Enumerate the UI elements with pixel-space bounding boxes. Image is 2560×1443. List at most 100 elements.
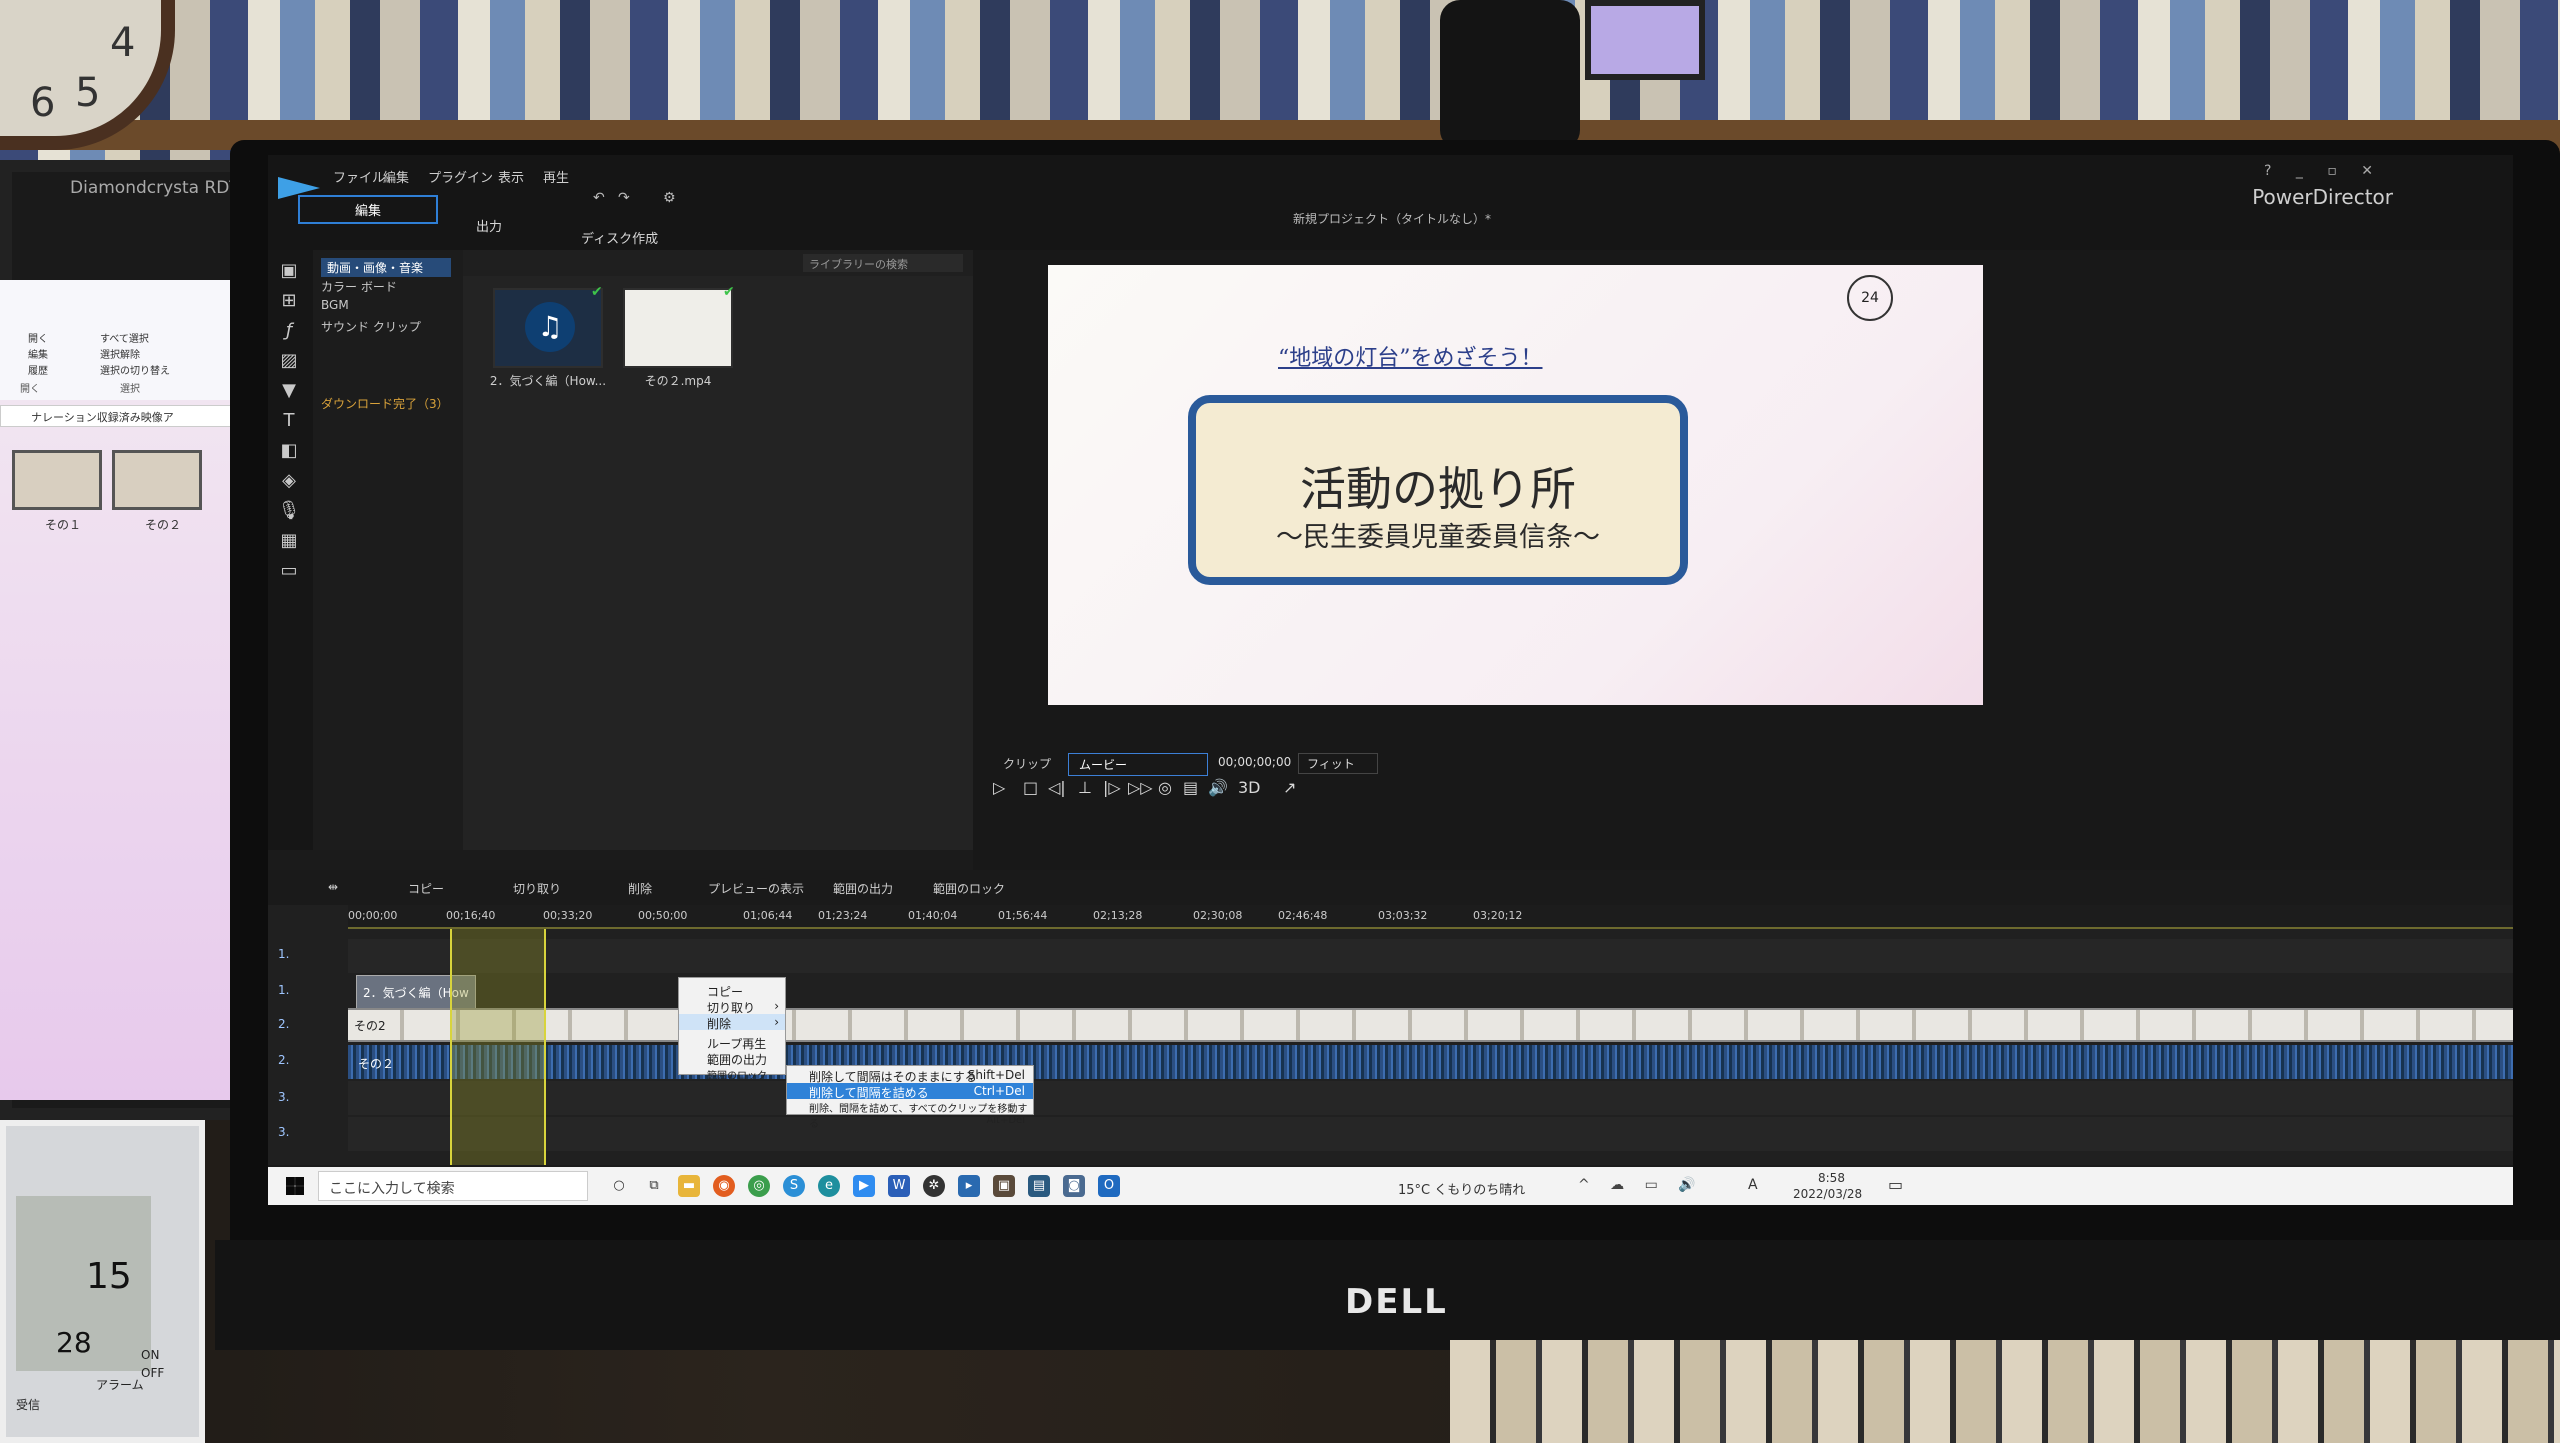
ribbon-open[interactable]: 開く	[28, 330, 48, 345]
tab-disc[interactable]: ディスク作成	[573, 225, 666, 250]
submenu-delete-close-gap[interactable]: 削除して間隔を詰める Ctrl+Del	[787, 1083, 1033, 1100]
subtitle-icon[interactable]: ▤	[1183, 778, 1198, 797]
toolbar-delete[interactable]: 削除	[628, 880, 652, 897]
film-app-icon[interactable]: ▤	[1028, 1175, 1050, 1197]
ctx-loop[interactable]: ループ再生	[679, 1034, 785, 1051]
settings-icon[interactable]: ⚙	[663, 190, 676, 206]
library-clip-audio[interactable]: ♫	[493, 288, 603, 368]
download-status[interactable]: ダウンロード完了（3）	[321, 395, 449, 412]
volume-icon[interactable]: 🔊	[1208, 778, 1228, 797]
firefox-icon[interactable]: ◉	[713, 1175, 735, 1197]
ribbon-deselect[interactable]: 選択解除	[100, 346, 140, 361]
system-tray-icons[interactable]: ^ ☁ ▭ 🔊	[1578, 1177, 1704, 1193]
ime-indicator[interactable]: A	[1748, 1177, 1758, 1193]
notification-icon[interactable]: ▭	[1888, 1175, 1903, 1194]
taskbar-weather[interactable]: 15°C くもりのち晴れ	[1398, 1179, 1525, 1198]
ctx-delete[interactable]: 削除 ›	[679, 1014, 785, 1031]
ribbon-select-all[interactable]: すべて選択	[100, 330, 149, 345]
prev-frame-icon[interactable]: ◁|	[1048, 778, 1066, 797]
ctx-copy[interactable]: コピー	[679, 982, 785, 999]
library-clip-video[interactable]	[623, 288, 733, 368]
chapter-room-icon[interactable]: ▦	[276, 530, 302, 552]
category-media[interactable]: 動画・画像・音楽	[321, 258, 451, 277]
snapshot-icon[interactable]: ◎	[1158, 778, 1172, 797]
subtitle-room-icon[interactable]: ▭	[276, 560, 302, 582]
ribbon-edit[interactable]: 編集	[28, 346, 48, 361]
ctx-cut[interactable]: 切り取り ›	[679, 998, 785, 1015]
ribbon-history[interactable]: 履歴	[28, 362, 48, 377]
undo-icon[interactable]: ↶	[593, 190, 605, 206]
window-controls[interactable]: ? _ ▫ ✕	[2264, 163, 2383, 179]
toolbar-copy[interactable]: コピー	[408, 880, 444, 897]
voice-record-icon[interactable]: 🎙	[276, 500, 302, 522]
app-icon[interactable]: ✲	[923, 1175, 945, 1197]
windows-start-icon[interactable]	[286, 1177, 304, 1195]
play-icon[interactable]: ▷	[993, 778, 1005, 797]
powerdirector-icon[interactable]: ▸	[958, 1175, 980, 1197]
split-icon[interactable]: ⊥	[1078, 778, 1092, 797]
menu-play[interactable]: 再生	[543, 167, 569, 186]
taskbar-search-input[interactable]: ここに入力して検索	[318, 1171, 588, 1201]
task-view-icon[interactable]: ⧉	[643, 1175, 665, 1197]
effect-room-icon[interactable]: ƒ	[276, 320, 302, 342]
submenu-delete-move-all[interactable]: 削除、間隔を詰めて、すべてのクリップを移動する Alt+Del	[787, 1099, 1033, 1130]
outlook-icon[interactable]: O	[1098, 1175, 1120, 1197]
taskbar-date[interactable]: 2022/03/28	[1793, 1187, 1862, 1201]
category-sound-clip[interactable]: サウンド クリップ	[321, 318, 421, 335]
timeline-range-selection[interactable]	[450, 929, 546, 1165]
word-icon[interactable]: W	[888, 1175, 910, 1197]
undock-icon[interactable]: ↗	[1283, 778, 1296, 797]
title-room-icon[interactable]: T	[276, 410, 302, 432]
tab-edit[interactable]: 編集	[298, 195, 438, 224]
file-thumb[interactable]	[112, 450, 202, 510]
3d-toggle[interactable]: 3D	[1238, 778, 1261, 797]
toolbar-range-output[interactable]: 範囲の出力	[833, 880, 893, 897]
next-frame-icon[interactable]: |▷	[1103, 778, 1121, 797]
file-explorer-icon[interactable]: ▬	[678, 1175, 700, 1197]
redo-icon[interactable]: ↷	[618, 190, 630, 206]
toolbar-preview[interactable]: プレビューの表示	[708, 880, 804, 897]
library-search-input[interactable]: ライブラリーの検索	[803, 254, 963, 272]
audio-mix-icon[interactable]: ◈	[276, 470, 302, 492]
ctx-range-lock[interactable]: 範囲のロック	[679, 1066, 785, 1082]
taskbar-time[interactable]: 8:58	[1818, 1171, 1845, 1185]
preview-fit-select[interactable]: フィット	[1298, 753, 1378, 774]
tab-output[interactable]: 出力	[468, 213, 510, 238]
media-room-icon[interactable]: ▣	[276, 260, 302, 282]
ctx-range-output[interactable]: 範囲の出力	[679, 1050, 785, 1067]
transition-room-icon[interactable]: ◧	[276, 440, 302, 462]
menu-plugin[interactable]: プラグイン	[428, 167, 493, 186]
timeline-ruler[interactable]: 00;00;00 00;16;40 00;33;20 00;50;00 01;0…	[348, 905, 2513, 929]
toolbar-cut[interactable]: 切り取り	[513, 880, 561, 897]
skype-icon[interactable]: S	[783, 1175, 805, 1197]
camera-app-icon[interactable]: ◙	[1063, 1175, 1085, 1197]
stop-icon[interactable]: □	[1023, 778, 1038, 797]
menu-file[interactable]: ファイル	[333, 167, 385, 186]
preview-tab-clip[interactable]: クリップ	[993, 753, 1061, 774]
zoom-icon[interactable]: ▶	[853, 1175, 875, 1197]
preview-tab-movie[interactable]: ムービー	[1068, 753, 1208, 776]
ribbon-invert[interactable]: 選択の切り替え	[100, 362, 170, 377]
chrome-icon[interactable]: ◎	[748, 1175, 770, 1197]
cortana-icon[interactable]: ○	[608, 1175, 630, 1197]
track-lane[interactable]	[348, 1117, 2513, 1151]
particle-room-icon[interactable]: ▼	[276, 380, 302, 402]
explorer-breadcrumb[interactable]: ナレーション収録済み映像ア	[0, 405, 258, 427]
edge-icon[interactable]: e	[818, 1175, 840, 1197]
category-color-board[interactable]: カラー ボード	[321, 278, 397, 295]
menu-edit[interactable]: 編集	[383, 167, 409, 186]
trim-icon[interactable]: ⇹	[328, 880, 338, 894]
file-thumb[interactable]	[12, 450, 102, 510]
fast-forward-icon[interactable]: ▷▷	[1128, 778, 1153, 797]
toolbar-range-lock[interactable]: 範囲のロック	[933, 880, 1005, 897]
timeline-video-clip[interactable]	[348, 1008, 2513, 1042]
category-bgm[interactable]: BGM	[321, 298, 349, 312]
timeline-waveform-clip[interactable]	[348, 1045, 2513, 1079]
submenu-delete-keep-gap[interactable]: 削除して間隔はそのままにする Shift+Del	[787, 1067, 1033, 1084]
track-lane[interactable]	[348, 939, 2513, 973]
menu-view[interactable]: 表示	[498, 167, 524, 186]
fx-room-icon[interactable]: ⊞	[276, 290, 302, 312]
track-lane[interactable]	[348, 1081, 2513, 1115]
photo-app-icon[interactable]: ▣	[993, 1175, 1015, 1197]
pip-room-icon[interactable]: ▨	[276, 350, 302, 372]
